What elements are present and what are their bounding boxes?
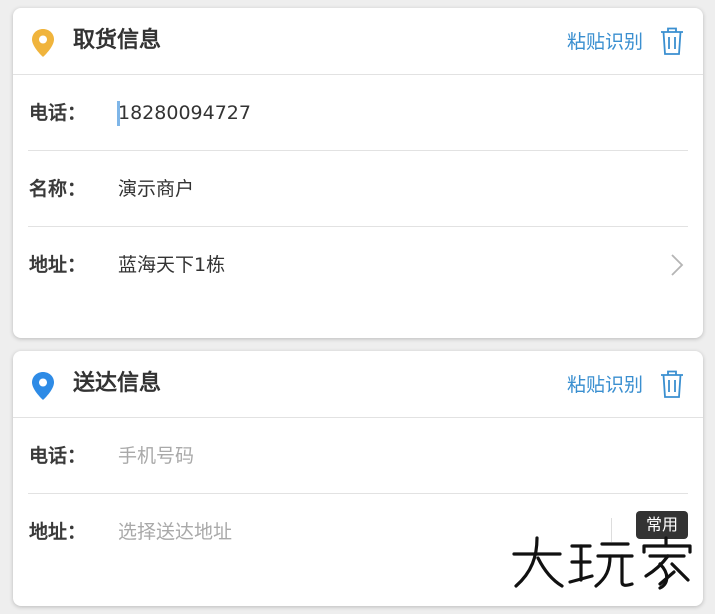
name-label: 名称：: [29, 178, 87, 200]
pickup-phone-row[interactable]: 电话： 18280094727: [28, 75, 688, 151]
location-pin-icon: [32, 29, 54, 57]
pickup-name-row[interactable]: 名称： 演示商户: [28, 151, 688, 227]
pickup-paste-recognize-button[interactable]: 粘贴识别: [567, 28, 643, 56]
pickup-address-value[interactable]: 蓝海天下1栋: [118, 251, 225, 279]
pickup-card: 取货信息 粘贴识别 电话： 18280094727 名称： 演示商户 地址： 蓝…: [13, 8, 703, 338]
pickup-phone-input[interactable]: 18280094727: [118, 99, 251, 127]
location-pin-icon: [32, 372, 54, 400]
delivery-header: 送达信息 粘贴识别: [13, 351, 703, 418]
pickup-name-input[interactable]: 演示商户: [118, 175, 194, 203]
delivery-title: 送达信息: [73, 371, 162, 396]
watermark-logo: [512, 536, 692, 590]
pickup-address-row[interactable]: 地址： 蓝海天下1栋: [28, 227, 688, 303]
address-label: 地址：: [29, 521, 87, 543]
pickup-title: 取货信息: [73, 28, 162, 53]
chevron-right-icon[interactable]: [670, 253, 684, 277]
trash-icon[interactable]: [660, 369, 684, 399]
delivery-paste-recognize-button[interactable]: 粘贴识别: [567, 371, 643, 399]
address-label: 地址：: [29, 254, 87, 276]
delivery-phone-row[interactable]: 电话： 手机号码: [28, 418, 688, 494]
delivery-phone-input[interactable]: 手机号码: [118, 442, 194, 470]
pickup-header: 取货信息 粘贴识别: [13, 8, 703, 75]
trash-icon[interactable]: [660, 26, 684, 56]
phone-label: 电话：: [29, 445, 87, 467]
phone-label: 电话：: [29, 102, 87, 124]
delivery-address-input[interactable]: 选择送达地址: [118, 518, 232, 546]
